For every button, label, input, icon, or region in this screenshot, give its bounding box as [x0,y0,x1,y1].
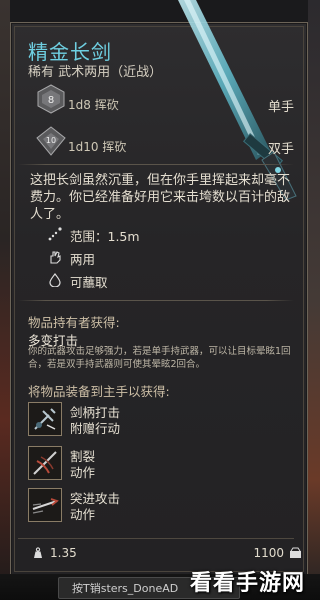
divider [18,164,294,165]
perk-lacerate-type: 动作 [70,465,96,480]
damage-hand-one: 单手 [267,100,294,115]
damage-text-one-hand: 1d8 挥砍 [68,98,119,112]
d8-die-label: 8 [48,95,54,106]
property-range-label: 范围：1.5m [70,229,140,244]
perk-rush-attack-type: 动作 [70,507,96,522]
perk-pommel-strike-type: 附赠行动 [70,421,121,436]
item-subtitle: 稀有 武术两用（近战） [28,65,163,80]
property-dippable-label: 可蘸取 [70,275,108,290]
background-left-edge [0,0,10,600]
rush-attack-icon [28,488,62,522]
weight-icon [32,547,44,559]
gold-icon [289,547,302,560]
d10-die-label: 10 [46,136,56,145]
perk-rush-attack[interactable]: 突进攻击 动作 [28,488,288,524]
equip-section-title: 将物品装备到主手以获得: [28,384,170,399]
range-icon [48,227,62,241]
weight-value: 1.35 [50,546,77,560]
site-watermark: 看看手游网 [190,571,306,596]
perk-lacerate[interactable]: 割裂 动作 [28,446,288,482]
lacerate-icon [28,446,62,480]
pickpocket-icon [48,273,62,288]
d8-die-icon: 8 [36,84,66,114]
holder-section-title: 物品持有者获得: [28,315,120,330]
divider [18,300,294,301]
damage-row-two-hand: 10 1d10 挥砍 双手 [36,126,298,160]
property-versatile-label: 两用 [70,252,96,267]
ability-description: 你的武器攻击足够强力，若是单手持武器，可以让目标晕眩1回合，若是双手持武器则可使… [28,346,291,370]
pommel-strike-icon [28,402,62,436]
two-hand-icon [48,250,62,264]
hint-text: 按T销sters_DoneAD [72,582,179,595]
price-value: 1100 [253,546,284,560]
divider [18,538,294,539]
item-description: 这把长剑虽然沉重，但在你手里挥起来却毫不费力。你已经准备好用它来击垮数以百计的敌… [30,173,291,222]
perk-pommel-strike[interactable]: 剑柄打击 附赠行动 [28,402,288,438]
damage-text-two-hand: 1d10 挥砍 [68,140,127,154]
d10-die-icon: 10 [36,126,66,156]
background-right-edge [308,0,320,600]
damage-hand-two: 双手 [267,142,294,157]
damage-row-one-hand: 8 1d8 挥砍 单手 [36,84,298,118]
